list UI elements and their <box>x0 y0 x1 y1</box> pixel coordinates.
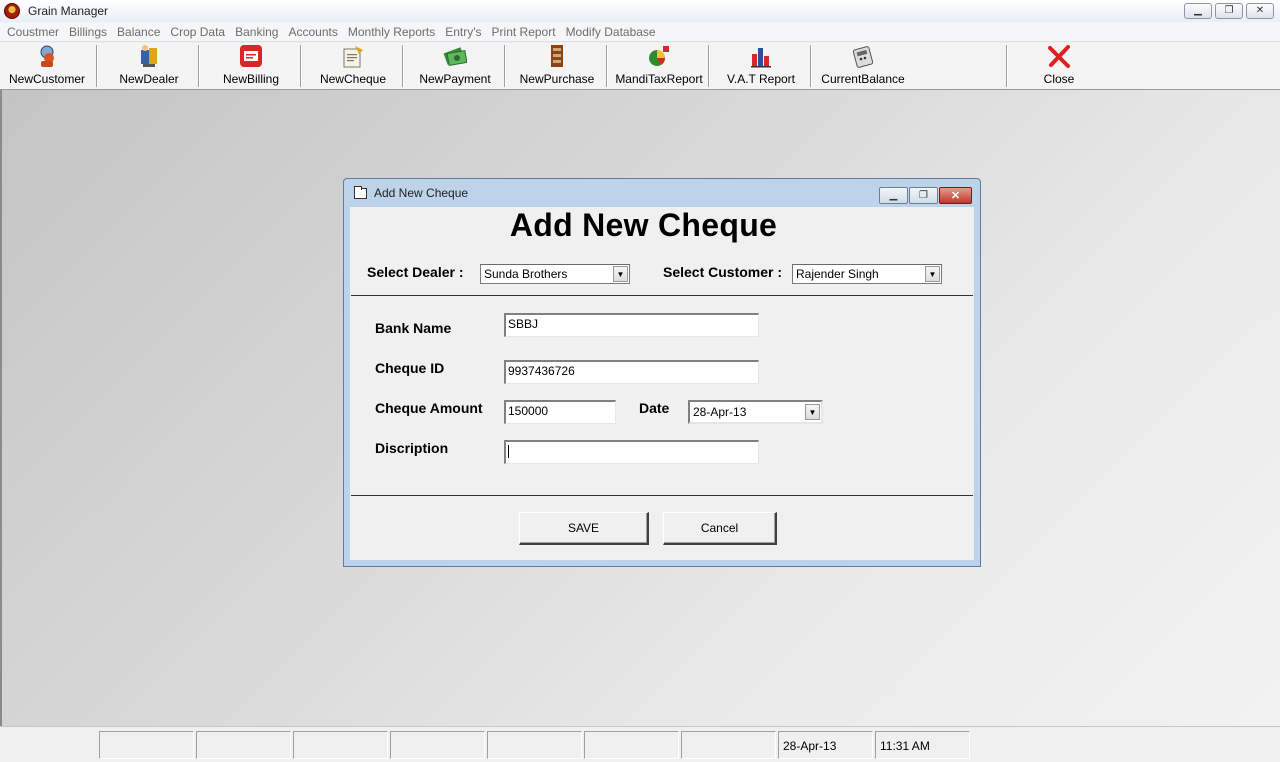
status-panel <box>487 731 582 759</box>
close-window-button[interactable]: ✕ <box>1246 3 1274 19</box>
folder-icon <box>354 185 367 199</box>
money-icon <box>443 44 468 68</box>
new-dealer-button[interactable]: NewDealer <box>106 43 192 89</box>
toolbar-separator <box>606 45 608 87</box>
divider <box>351 495 973 496</box>
date-label: Date <box>639 400 670 416</box>
save-button[interactable]: SAVE <box>519 512 649 545</box>
new-customer-button[interactable]: NewCustomer <box>4 43 90 89</box>
menu-balance[interactable]: Balance <box>112 25 165 39</box>
dialog-restore-button[interactable]: ❐ <box>909 187 938 204</box>
status-panel <box>390 731 485 759</box>
bank-name-label: Bank Name <box>375 320 452 336</box>
toolbar-separator <box>810 45 812 87</box>
toolbar-separator <box>708 45 710 87</box>
billing-icon <box>239 44 263 68</box>
dialog-heading: Add New Cheque <box>509 207 778 243</box>
bar-chart-icon <box>749 44 773 68</box>
minimize-button[interactable]: ▁ <box>1184 3 1212 19</box>
menu-entrys[interactable]: Entry's <box>440 25 486 39</box>
status-panel <box>293 731 388 759</box>
app-title: Grain Manager <box>28 4 109 18</box>
mandi-tax-report-button[interactable]: MandiTaxReport <box>612 43 706 89</box>
menu-monthly-reports[interactable]: Monthly Reports <box>343 25 440 39</box>
dialog-controls: ▁ ❐ ✕ <box>879 187 972 204</box>
menu-print-report[interactable]: Print Report <box>487 25 561 39</box>
customer-icon <box>35 44 59 68</box>
select-customer-label: Select Customer : <box>663 264 783 280</box>
customer-select[interactable]: Rajender Singh ▼ <box>792 264 942 284</box>
description-label: Discription <box>375 440 449 456</box>
cheque-amount-label: Cheque Amount <box>375 400 483 416</box>
status-panel <box>681 731 776 759</box>
toolbar-separator <box>96 45 98 87</box>
status-panel <box>99 731 194 759</box>
menu-billings[interactable]: Billings <box>64 25 112 39</box>
balance-icon <box>851 44 875 68</box>
pie-chart-icon <box>647 44 671 68</box>
cancel-button[interactable]: Cancel <box>663 512 777 545</box>
status-panel <box>196 731 291 759</box>
dialog-body: Add New Cheque Select Dealer : Sunda Bro… <box>350 207 974 560</box>
toolbar: NewCustomer NewDealer NewBilling NewCheq… <box>0 43 1280 90</box>
toolbar-separator <box>402 45 404 87</box>
dialog-title: Add New Cheque <box>374 186 469 200</box>
bank-name-input[interactable]: SBBJ <box>504 313 759 337</box>
status-time: 11:31 AM <box>875 731 970 759</box>
cheque-id-label: Cheque ID <box>375 360 445 376</box>
toolbar-separator <box>198 45 200 87</box>
new-cheque-button[interactable]: NewCheque <box>310 43 396 89</box>
dialog-close-button[interactable]: ✕ <box>939 187 972 204</box>
chevron-down-icon[interactable]: ▼ <box>613 266 628 282</box>
purchase-icon <box>545 44 569 68</box>
toolbar-separator <box>1006 45 1008 87</box>
text-caret <box>508 445 509 459</box>
toolbar-separator <box>504 45 506 87</box>
restore-button[interactable]: ❐ <box>1215 3 1243 19</box>
cheque-id-input[interactable]: 9937436726 <box>504 360 759 384</box>
menu-modify-database[interactable]: Modify Database <box>561 25 661 39</box>
select-dealer-label: Select Dealer : <box>367 264 464 280</box>
close-icon <box>1047 44 1071 68</box>
current-balance-button[interactable]: CurrentBalance <box>816 43 910 89</box>
menu-banking[interactable]: Banking <box>230 25 283 39</box>
status-bar: 28-Apr-13 11:31 AM <box>0 726 1280 762</box>
dealer-select[interactable]: Sunda Brothers ▼ <box>480 264 630 284</box>
vat-report-button[interactable]: V.A.T Report <box>716 43 806 89</box>
dialog-minimize-button[interactable]: ▁ <box>879 187 908 204</box>
chevron-down-icon[interactable]: ▼ <box>925 266 940 282</box>
chevron-down-icon[interactable]: ▼ <box>805 404 820 420</box>
status-date: 28-Apr-13 <box>778 731 873 759</box>
status-panel <box>584 731 679 759</box>
toolbar-separator <box>300 45 302 87</box>
menu-bar: Coustmer Billings Balance Crop Data Bank… <box>0 22 1280 42</box>
menu-accounts[interactable]: Accounts <box>283 25 342 39</box>
app-logo-icon <box>4 3 20 19</box>
window-controls: ▁ ❐ ✕ <box>1184 3 1274 19</box>
new-payment-button[interactable]: NewPayment <box>412 43 498 89</box>
description-input[interactable] <box>504 440 759 464</box>
divider <box>351 295 973 296</box>
new-purchase-button[interactable]: NewPurchase <box>514 43 600 89</box>
add-new-cheque-dialog: Add New Cheque ▁ ❐ ✕ Add New Cheque Sele… <box>343 178 981 567</box>
cheque-icon <box>341 44 365 68</box>
menu-coustmer[interactable]: Coustmer <box>2 25 64 39</box>
app-title-bar: Grain Manager ▁ ❐ ✕ <box>0 0 1280 22</box>
menu-crop-data[interactable]: Crop Data <box>165 25 230 39</box>
close-button[interactable]: Close <box>1016 43 1102 89</box>
new-billing-button[interactable]: NewBilling <box>208 43 294 89</box>
dialog-title-bar[interactable]: Add New Cheque ▁ ❐ ✕ <box>344 179 980 207</box>
date-picker[interactable]: 28-Apr-13 ▼ <box>688 400 823 424</box>
dealer-icon <box>137 44 161 68</box>
cheque-amount-input[interactable]: 150000 <box>504 400 616 424</box>
